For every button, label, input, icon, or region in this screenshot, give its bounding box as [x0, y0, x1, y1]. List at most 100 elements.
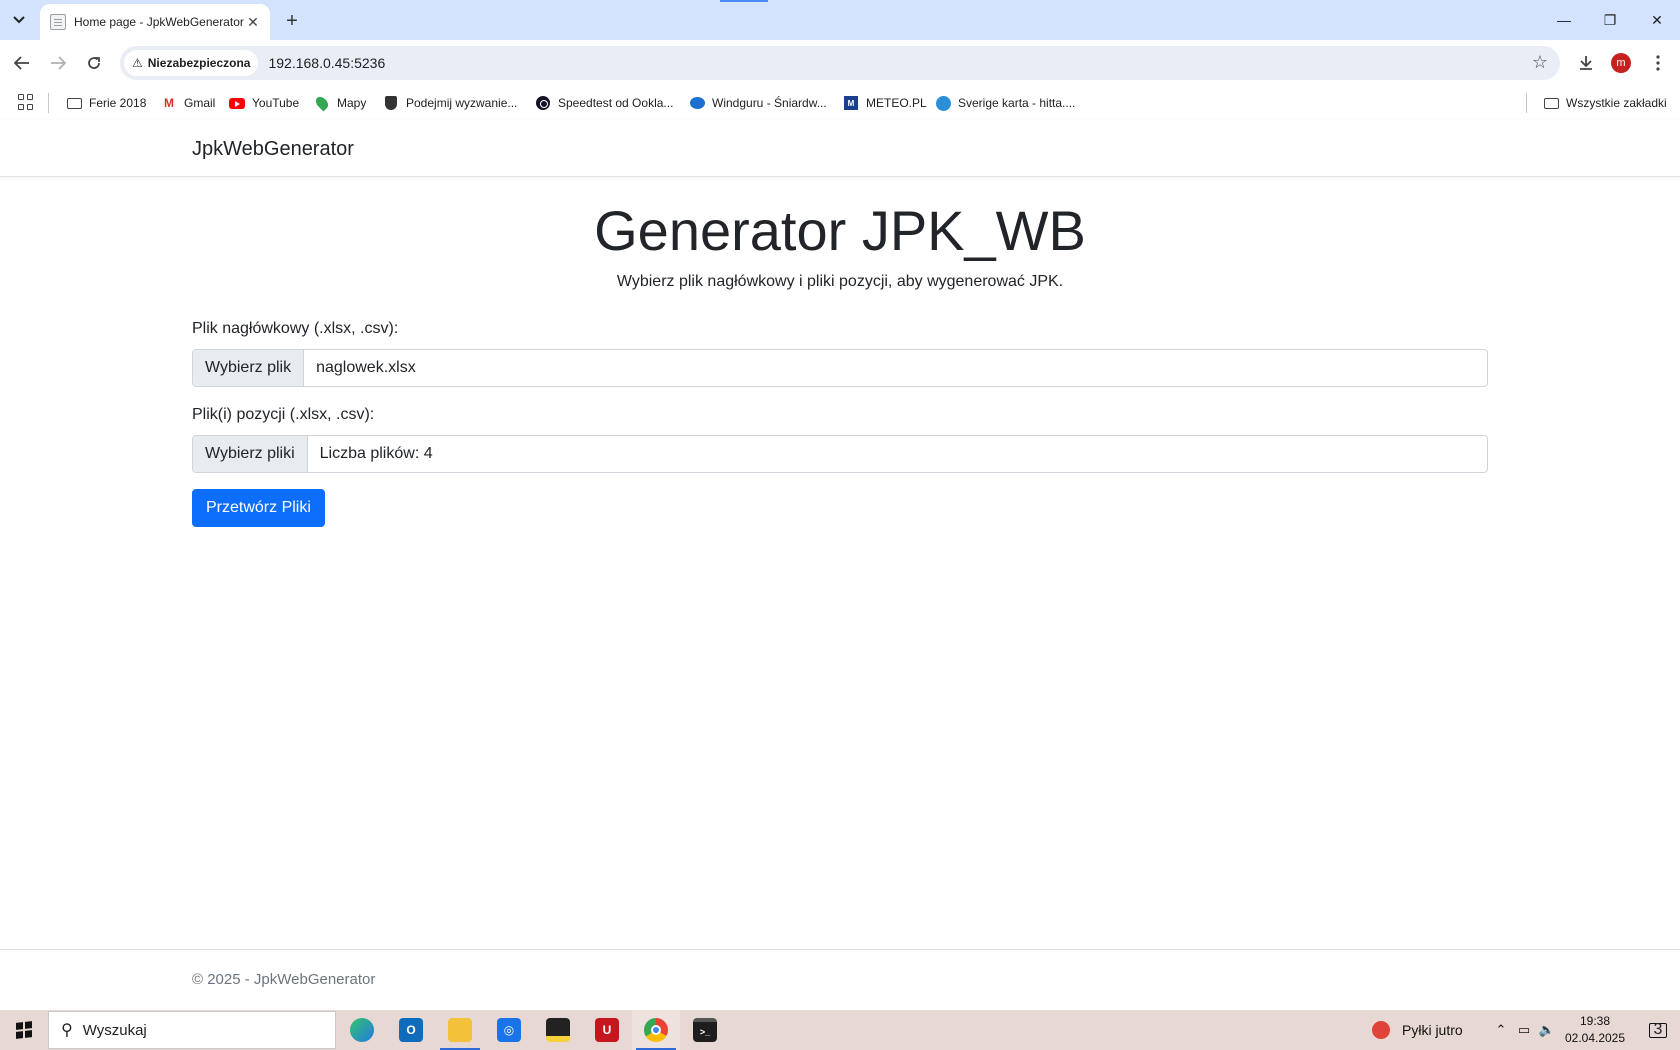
app-red-icon: U	[595, 1018, 619, 1042]
bookmark-label: Podejmij wyzwanie...	[406, 96, 518, 110]
bookmark-label: Ferie 2018	[89, 96, 147, 110]
bookmark-star-icon[interactable]: ☆	[1532, 52, 1548, 73]
taskbar-app-outlook[interactable]: O	[387, 1010, 435, 1050]
outlook-icon: O	[399, 1018, 423, 1042]
header-file-input[interactable]: Wybierz plik naglowek.xlsx	[192, 349, 1488, 387]
security-chip[interactable]: ⚠ Niezabezpieczona	[124, 50, 259, 76]
taskbar-app-terminal[interactable]: >_	[681, 1010, 729, 1050]
windows-taskbar: ⚲ Wyszukaj O ◎ U >_ Pyłki jutro ⌃ ▭ 🔈 19…	[0, 1010, 1680, 1050]
chevron-down-icon	[13, 16, 25, 24]
bookmark-ferie-2018[interactable]: Ferie 2018	[66, 92, 146, 114]
terminal-icon: >_	[693, 1018, 717, 1042]
pollen-icon	[1372, 1021, 1390, 1039]
chrome-icon	[644, 1018, 668, 1042]
bookmarks-bar: Ferie 2018 M Gmail YouTube Mapy Podejmij…	[0, 86, 1680, 120]
minimize-button[interactable]: —	[1541, 0, 1587, 40]
header-file-label: Plik nagłówkowy (.xlsx, .csv):	[192, 320, 399, 337]
bookmark-mapy[interactable]: Mapy	[313, 92, 367, 114]
start-button[interactable]	[0, 1010, 48, 1050]
gmail-icon: M	[164, 96, 174, 110]
file-explorer-icon	[448, 1018, 472, 1042]
tab-close-icon[interactable]: ✕	[244, 13, 262, 31]
browser-menu-button[interactable]	[1648, 51, 1668, 75]
page-footer: © 2025 - JpkWebGenerator	[0, 949, 1680, 1010]
bookmarks-divider	[48, 93, 49, 113]
bookmark-label: Gmail	[184, 96, 216, 110]
process-files-button[interactable]: Przetwórz Pliki	[192, 489, 325, 527]
taskbar-app-red[interactable]: U	[583, 1010, 631, 1050]
position-files-input[interactable]: Wybierz pliki Liczba plików: 4	[192, 435, 1488, 473]
sticky-notes-icon	[546, 1018, 570, 1042]
new-tab-button[interactable]: +	[280, 9, 304, 33]
bookmark-podejmij-wyzwanie[interactable]: Podejmij wyzwanie...	[383, 92, 517, 114]
bookmark-hitta[interactable]: Sverige karta - hitta....	[935, 92, 1075, 114]
choose-files-button[interactable]: Wybierz pliki	[193, 436, 308, 472]
reload-icon	[88, 57, 100, 69]
bookmark-youtube[interactable]: YouTube	[229, 92, 299, 114]
all-bookmarks-button[interactable]: Wszystkie zakładki	[1543, 92, 1667, 114]
edge-icon	[350, 1018, 374, 1042]
tab-strip-accent	[720, 0, 768, 2]
more-vert-icon	[1656, 55, 1660, 71]
app-navbar: JpkWebGenerator	[0, 120, 1680, 177]
url-text[interactable]: 192.168.0.45:5236	[268, 55, 385, 71]
chevron-up-icon[interactable]: ⌃	[1492, 1021, 1510, 1039]
tab-title: Home page - JpkWebGenerator	[74, 15, 244, 29]
search-icon: ⚲	[61, 1022, 73, 1039]
folder-icon	[1543, 95, 1559, 111]
bookmark-label: Sverige karta - hitta....	[958, 96, 1076, 110]
active-tab[interactable]: Home page - JpkWebGenerator ✕	[40, 4, 270, 40]
page-subtitle: Wybierz plik nagłówkowy i pliki pozycji,…	[616, 273, 1064, 290]
downloads-button[interactable]	[1574, 51, 1598, 75]
taskbar-app-edge[interactable]	[338, 1010, 386, 1050]
apps-grid-icon[interactable]	[18, 94, 34, 110]
notification-count-badge: 3	[1653, 1021, 1663, 1038]
taskbar-search-placeholder: Wyszukaj	[82, 1021, 147, 1039]
bookmark-label: Mapy	[337, 96, 367, 110]
forward-button[interactable]	[46, 51, 70, 75]
bookmark-speedtest[interactable]: Speedtest od Ookla...	[535, 92, 673, 114]
bookmark-label: Speedtest od Ookla...	[558, 96, 674, 110]
taskbar-clock[interactable]: 19:38 02.04.2025	[1560, 1013, 1630, 1047]
taskbar-search[interactable]: ⚲ Wyszukaj	[48, 1011, 336, 1049]
taskbar-app-sticky-notes[interactable]	[534, 1010, 582, 1050]
reload-button[interactable]	[82, 51, 106, 75]
volume-icon[interactable]: 🔈	[1538, 1021, 1556, 1039]
page-favicon-icon	[50, 14, 66, 30]
page-title: Generator JPK_WB	[594, 199, 1086, 262]
security-label: Niezabezpieczona	[147, 56, 251, 70]
tab-search-button[interactable]	[6, 8, 32, 32]
windows-logo-icon	[16, 1021, 32, 1039]
meteo-icon: M	[843, 95, 859, 111]
app-icon: ◎	[497, 1018, 521, 1042]
taskbar-app-file-explorer[interactable]	[436, 1010, 484, 1050]
choose-file-button[interactable]: Wybierz plik	[193, 350, 305, 386]
network-icon[interactable]: ▭	[1515, 1021, 1533, 1039]
weather-widget[interactable]: Pyłki jutro	[1372, 1010, 1463, 1050]
browser-toolbar: ⚠ Niezabezpieczona 192.168.0.45:5236 ☆	[0, 40, 1680, 86]
clock-date: 02.04.2025	[1564, 1031, 1626, 1045]
taskbar-app-blue[interactable]: ◎	[485, 1010, 533, 1050]
app-brand-link[interactable]: JpkWebGenerator	[192, 138, 354, 161]
bookmark-label: YouTube	[252, 96, 300, 110]
bookmark-label: Windguru - Śniardw...	[712, 96, 827, 110]
profile-avatar[interactable]: m	[1611, 53, 1631, 73]
maps-pin-icon	[313, 94, 331, 112]
weather-text: Pyłki jutro	[1402, 1022, 1463, 1038]
back-button[interactable]	[10, 51, 34, 75]
bookmarks-divider-right	[1526, 93, 1527, 113]
bookmark-meteo[interactable]: M METEO.PL	[843, 92, 927, 114]
selected-files-count: Liczba plików: 4	[319, 445, 433, 462]
download-icon	[1580, 56, 1592, 70]
youtube-icon	[229, 95, 245, 111]
selected-file-name: naglowek.xlsx	[316, 359, 416, 376]
bookmark-gmail[interactable]: M Gmail	[161, 92, 215, 114]
windguru-icon	[689, 95, 705, 111]
taskbar-app-chrome[interactable]	[632, 1010, 680, 1050]
close-window-button[interactable]: ✕	[1634, 0, 1680, 40]
address-bar[interactable]: ⚠ Niezabezpieczona 192.168.0.45:5236 ☆	[120, 46, 1560, 80]
clock-time: 19:38	[1579, 1014, 1611, 1028]
bookmark-windguru[interactable]: Windguru - Śniardw...	[689, 92, 827, 114]
restore-button[interactable]: ❐	[1587, 0, 1633, 40]
position-files-label: Plik(i) pozycji (.xlsx, .csv):	[192, 406, 375, 423]
